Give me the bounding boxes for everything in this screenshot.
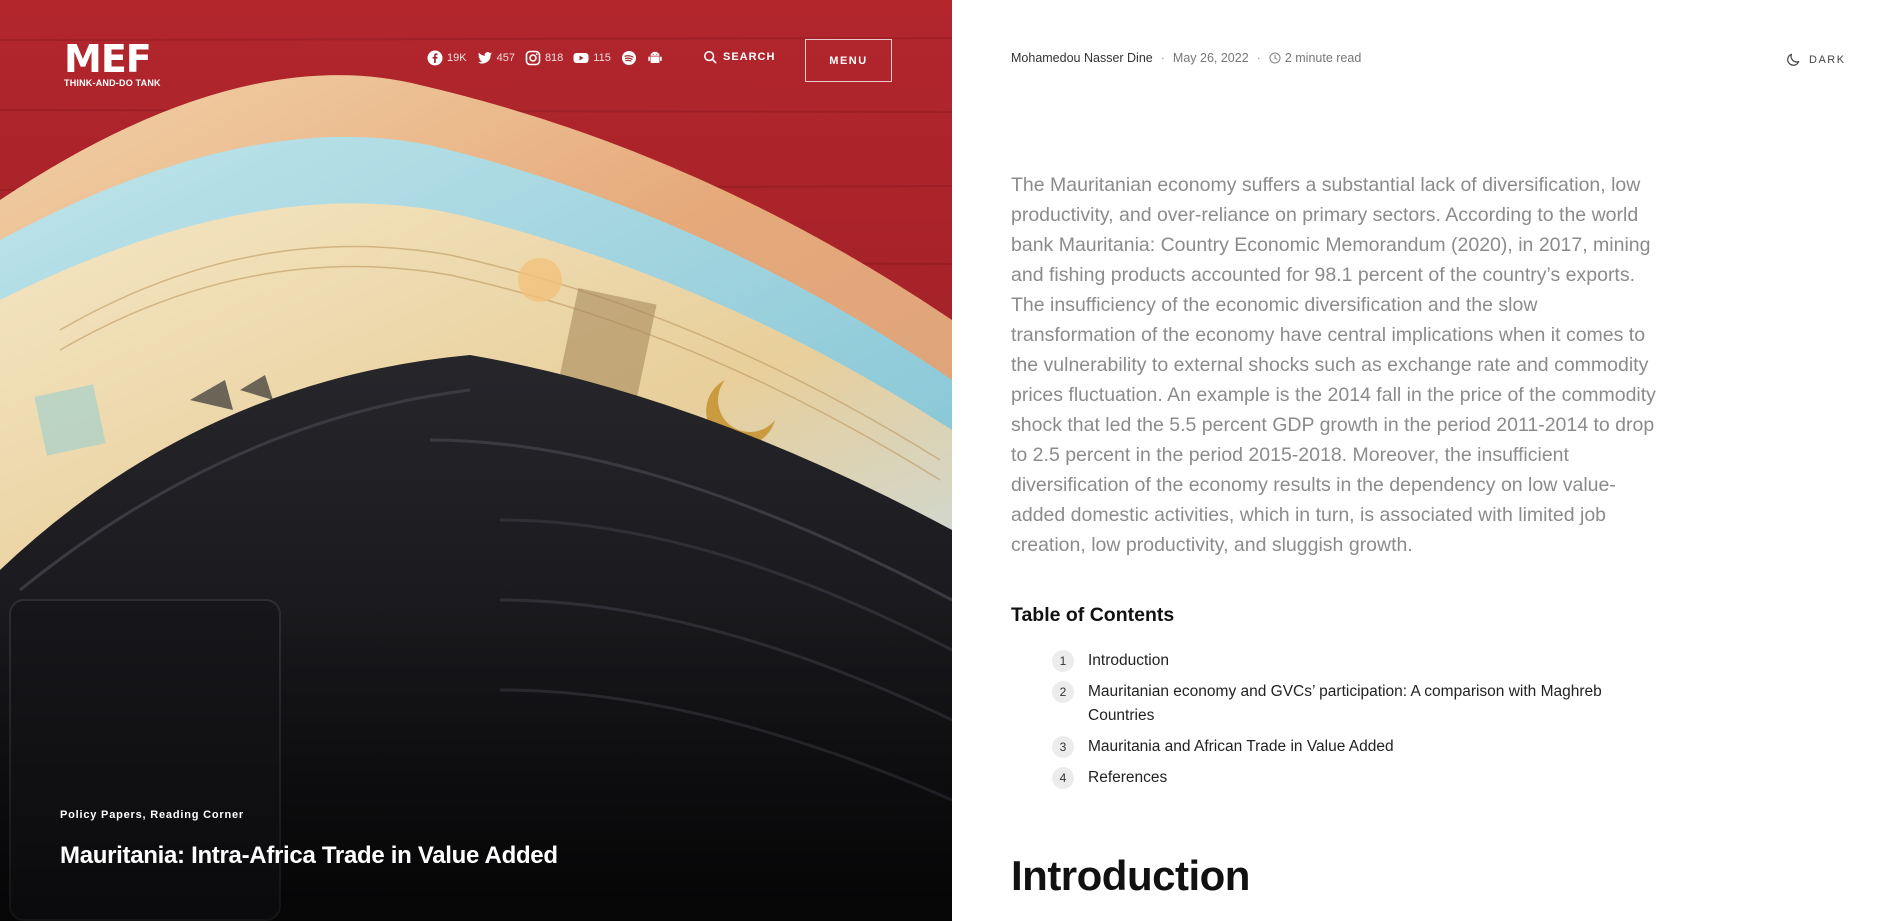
moon-icon	[1787, 53, 1800, 66]
toc-link[interactable]: Introduction	[1088, 649, 1169, 673]
toc-number: 1	[1052, 650, 1074, 672]
toc-item[interactable]: 2 Mauritanian economy and GVCs’ particip…	[1052, 681, 1652, 728]
post-categories[interactable]: Policy Papers, Reading Corner	[60, 809, 244, 821]
toc-link[interactable]: Mauritanian economy and GVCs’ participat…	[1088, 680, 1652, 728]
logo-tagline: THINK-AND-DO TANK	[64, 78, 161, 88]
search-label: SEARCH	[723, 51, 776, 63]
article-lead: The Mauritanian economy suffers a substa…	[1011, 174, 1656, 556]
spotify-link[interactable]	[621, 50, 637, 66]
youtube-icon	[573, 53, 589, 63]
meta-separator: ·	[1256, 51, 1261, 65]
facebook-count: 19K	[447, 52, 467, 64]
table-of-contents: 1 Introduction 2 Mauritanian economy and…	[1052, 650, 1652, 798]
read-time: 2 minute read	[1269, 51, 1361, 65]
instagram-count: 818	[544, 52, 564, 64]
top-navigation: MEF THINK-AND-DO TANK 19K 457 818 115 SE…	[0, 0, 952, 120]
hero-image: MEF THINK-AND-DO TANK 19K 457 818 115 SE…	[0, 0, 952, 921]
clock-icon	[1269, 52, 1281, 64]
site-logo[interactable]: MEF THINK-AND-DO TANK	[64, 40, 161, 88]
toc-number: 4	[1052, 767, 1074, 789]
social-links: 19K 457 818 115	[427, 50, 663, 66]
toc-number: 2	[1052, 681, 1074, 703]
twitter-count: 457	[496, 52, 515, 64]
facebook-icon	[427, 50, 443, 66]
meta-separator: ·	[1160, 51, 1165, 65]
toc-title: Table of Contents	[1011, 604, 1175, 626]
twitter-link[interactable]: 457	[477, 50, 515, 66]
toc-item[interactable]: 1 Introduction	[1052, 650, 1652, 673]
toc-number: 3	[1052, 736, 1074, 758]
twitter-icon	[477, 52, 492, 64]
youtube-link[interactable]: 115	[573, 50, 611, 66]
read-time-label: 2 minute read	[1284, 51, 1362, 65]
instagram-icon	[525, 50, 541, 66]
dark-mode-label: DARK	[1809, 53, 1846, 66]
instagram-link[interactable]: 818	[525, 50, 563, 66]
facebook-link[interactable]: 19K	[427, 50, 467, 66]
android-icon	[648, 51, 662, 63]
logo-mark: MEF	[64, 37, 152, 81]
android-link[interactable]	[647, 50, 663, 66]
spotify-icon	[621, 51, 636, 65]
youtube-count: 115	[593, 52, 611, 64]
post-meta: Mohamedou Nasser Dine · May 26, 2022 · 2…	[1011, 51, 1361, 65]
section-heading-introduction: Introduction	[1011, 852, 1250, 899]
author-link[interactable]: Mohamedou Nasser Dine	[1011, 51, 1153, 65]
search-icon	[703, 50, 717, 64]
banknotes-wallet-photo	[0, 0, 952, 921]
toc-link[interactable]: Mauritania and African Trade in Value Ad…	[1088, 735, 1394, 759]
post-title: Mauritania: Intra-Africa Trade in Value …	[60, 842, 558, 869]
toc-item[interactable]: 3 Mauritania and African Trade in Value …	[1052, 736, 1652, 759]
search-button[interactable]: SEARCH	[703, 50, 775, 64]
toc-link[interactable]: References	[1088, 766, 1167, 790]
toc-item[interactable]: 4 References	[1052, 767, 1652, 790]
post-date: May 26, 2022	[1172, 51, 1249, 65]
menu-button[interactable]: MENU	[805, 39, 892, 82]
dark-mode-toggle[interactable]: DARK	[1786, 52, 1846, 67]
